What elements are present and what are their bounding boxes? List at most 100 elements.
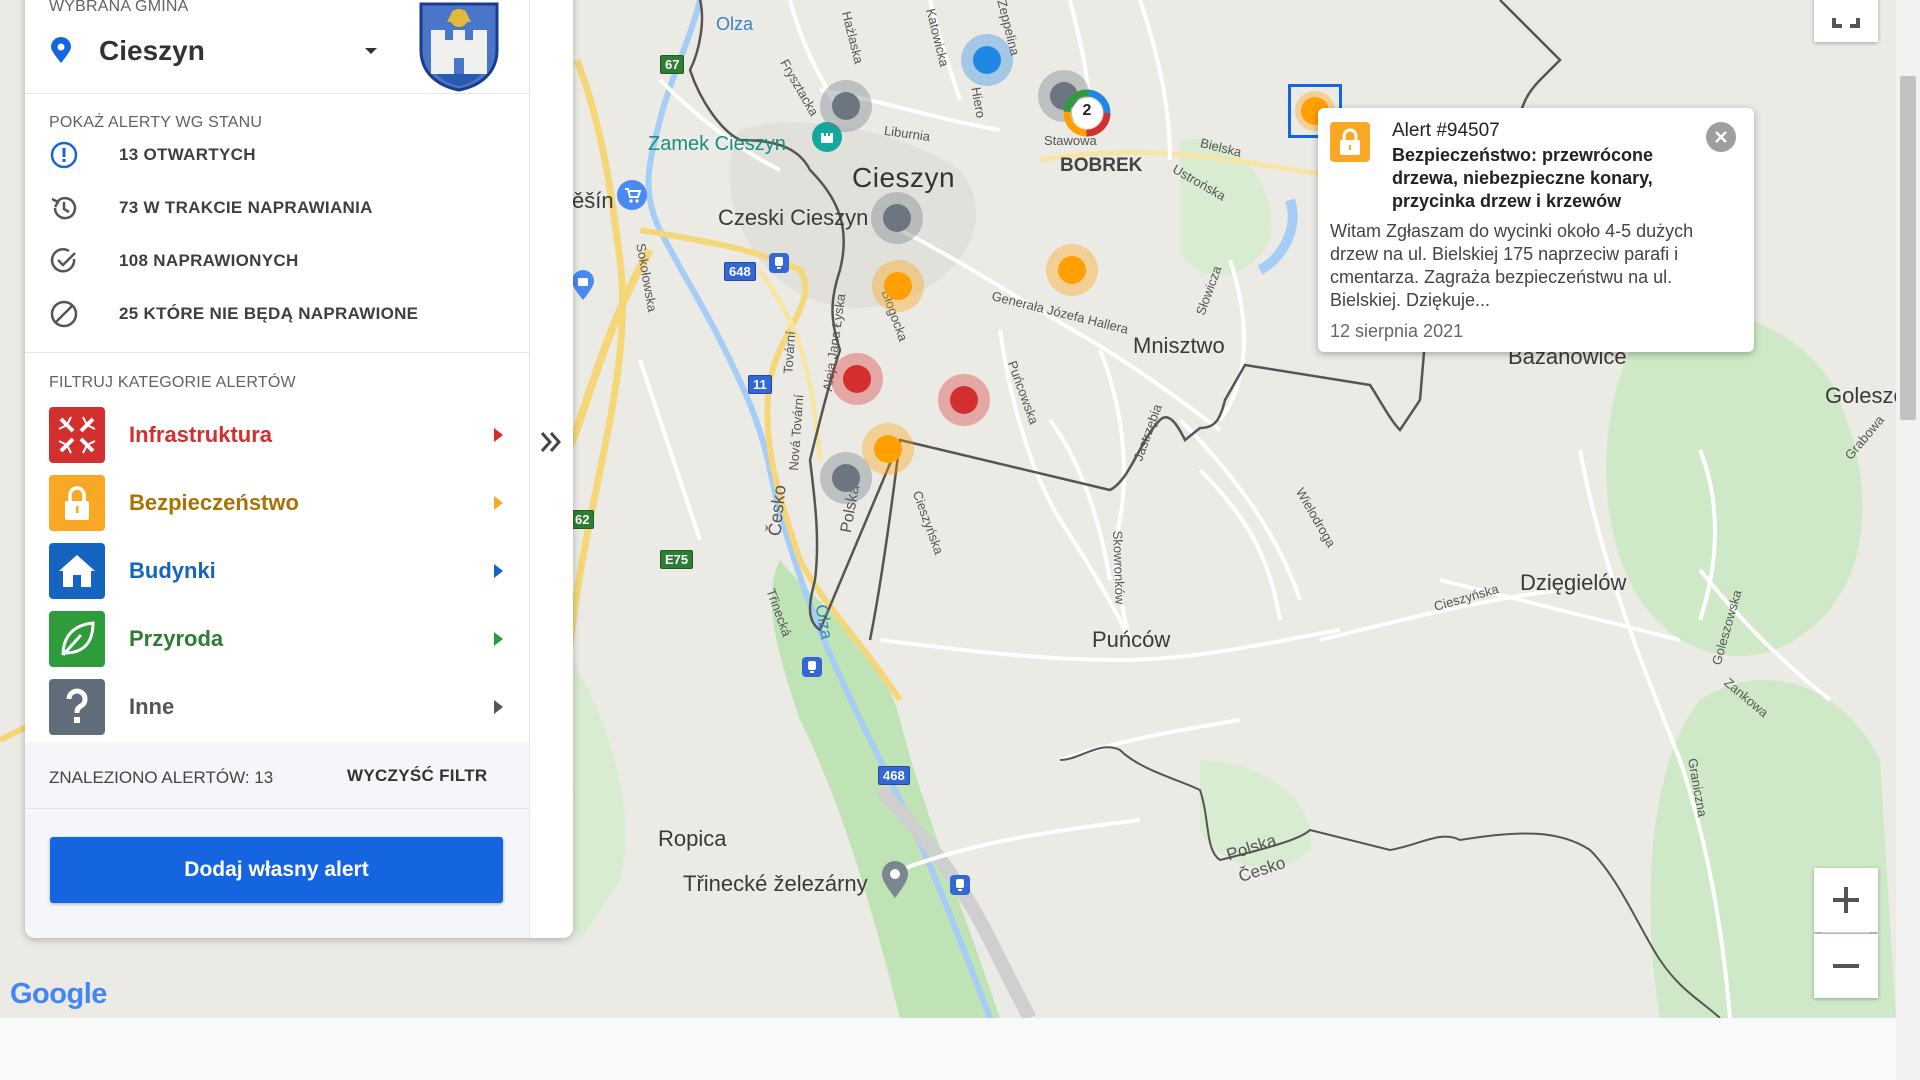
street-tovarni: Tovární <box>780 330 799 375</box>
zoom-divider <box>1822 932 1870 933</box>
gmina-name: Cieszyn <box>99 35 205 66</box>
alert-marker-orange[interactable] <box>1046 244 1098 296</box>
chevron-right-icon <box>494 496 503 510</box>
map-label-mnisztwo: Mnisztwo <box>1133 333 1225 358</box>
lock-icon <box>1330 122 1370 162</box>
category-label: Budynki <box>129 558 216 583</box>
alert-marker-red[interactable] <box>831 353 883 405</box>
double-chevron-right-icon <box>540 432 562 452</box>
divider <box>25 808 529 809</box>
category-label: Infrastruktura <box>129 422 273 447</box>
chevron-right-icon <box>494 700 503 714</box>
alert-popup-body: Witam Zgłaszam do wycinki około 4-5 duży… <box>1330 221 1694 310</box>
map-label-cieszyn: Cieszyn <box>852 162 956 193</box>
alert-marker-orange[interactable] <box>872 260 924 312</box>
history-icon <box>51 196 77 220</box>
alert-marker-red[interactable] <box>938 374 990 426</box>
category-bezpieczenstwo[interactable]: Bezpieczeństwo <box>49 474 509 532</box>
alerts-panel-content: WYBRANA GMINA Cieszyn POKAŻ ALERTY WG ST… <box>25 0 530 938</box>
cluster-count: 2 <box>1082 102 1092 119</box>
road-shield-648: 648 <box>724 262 756 281</box>
status-filter-open[interactable]: 13 OTWARTYCH <box>49 140 256 170</box>
alert-popup: Alert #94507 Bezpieczeństwo: przewrócone… <box>1318 108 1754 352</box>
chevron-right-icon <box>494 632 503 646</box>
status-filter-label: 73 W TRAKCIE NAPRAWIANIA <box>119 198 373 217</box>
status-section-title: POKAŻ ALERTY WG STANU <box>49 114 263 131</box>
minus-icon <box>1833 964 1859 968</box>
map-label-puncow: Puńców <box>1092 627 1171 652</box>
found-alerts-count: ZNALEZIONO ALERTÓW: 13 <box>49 768 274 787</box>
check-circle-icon <box>50 248 76 273</box>
map-label-czeski-cieszyn: Czeski Cieszyn <box>718 205 869 230</box>
map-label-bobrek: BOBREK <box>1060 155 1143 176</box>
alert-popup-date: 12 sierpnia 2021 <box>1330 321 1464 341</box>
status-filter-wont-fix[interactable]: 25 KTÓRE NIE BĘDĄ NAPRAWIONE <box>49 299 418 329</box>
category-label: Przyroda <box>129 626 224 651</box>
chevron-right-icon <box>494 564 503 578</box>
map-label-trinecke: Třinecké železárny <box>683 871 868 896</box>
page-scrollbar-thumb[interactable] <box>1900 76 1916 420</box>
shopping-bag-poi-icon[interactable] <box>570 270 596 300</box>
train-station-icon <box>769 253 789 273</box>
coat-of-arms <box>417 0 501 92</box>
zoom-in-button[interactable] <box>1814 868 1878 932</box>
google-logo: Google <box>10 978 107 1011</box>
place-pin-icon[interactable] <box>880 860 910 900</box>
add-alert-button[interactable]: Dodaj własny alert <box>50 837 503 903</box>
collapse-panel-button[interactable] <box>535 422 567 462</box>
road-shield-67: 67 <box>660 55 685 74</box>
alert-circle-icon <box>50 141 78 169</box>
road-shield-11: 11 <box>748 375 772 394</box>
alert-marker-grey[interactable] <box>820 80 872 132</box>
map-label-zamek-cieszyn[interactable]: Zamek Cieszyn <box>648 133 786 156</box>
map-label-goleszow: Goleszó <box>1825 383 1896 408</box>
chevron-right-icon <box>494 428 503 442</box>
fullscreen-icon <box>1832 18 1860 28</box>
alert-marker-grey[interactable] <box>820 452 872 504</box>
clear-filter-button[interactable]: WYCZYŚĆ FILTR <box>347 766 488 786</box>
train-station-icon-2 <box>802 657 822 677</box>
map-label-tesin: ěšín <box>572 188 614 213</box>
status-filter-fixed[interactable]: 108 NAPRAWIONYCH <box>49 246 299 276</box>
category-infrastruktura[interactable]: Infrastruktura <box>49 406 509 464</box>
divider <box>25 352 529 353</box>
status-filter-label: 25 KTÓRE NIE BĘDĄ NAPRAWIONE <box>119 304 419 323</box>
alert-popup-id: Alert #94507 <box>1392 120 1500 141</box>
plus-icon <box>1833 887 1859 913</box>
gmina-label: WYBRANA GMINA <box>49 0 189 15</box>
alert-marker-grey[interactable] <box>871 192 923 244</box>
road-shield-468: 468 <box>878 766 910 785</box>
block-icon <box>50 300 78 328</box>
shopping-cart-poi-icon[interactable] <box>617 180 647 210</box>
page-scrollbar-track[interactable] <box>1896 0 1920 1080</box>
house-icon <box>49 543 105 599</box>
alert-cluster-marker[interactable]: 2 <box>1062 88 1112 138</box>
fullscreen-button[interactable] <box>1814 0 1878 42</box>
map-label-ropica: Ropica <box>658 826 727 851</box>
street-skowronkow: Skowronków <box>1110 530 1128 605</box>
category-section-title: FILTRUJ KATEGORIE ALERTÓW <box>49 374 296 391</box>
alert-marker-blue[interactable] <box>961 34 1013 86</box>
leaf-icon <box>49 611 105 667</box>
gmina-select[interactable]: Cieszyn <box>49 28 379 74</box>
road-shield-e75: E75 <box>660 550 694 569</box>
category-label: Inne <box>129 694 175 719</box>
divider <box>25 93 529 94</box>
map-label-dziegielow: Dzięgielów <box>1520 570 1627 595</box>
category-label: Bezpieczeństwo <box>129 490 299 515</box>
road-shield-62: 62 <box>570 510 595 529</box>
category-inne[interactable]: Inne <box>49 678 509 736</box>
close-icon[interactable] <box>1706 122 1736 152</box>
category-przyroda[interactable]: Przyroda <box>49 610 509 668</box>
alerts-panel: WYBRANA GMINA Cieszyn POKAŻ ALERTY WG ST… <box>25 0 573 938</box>
google-logo-text: Google <box>10 978 107 1010</box>
zoom-out-button[interactable] <box>1814 934 1878 998</box>
train-station-icon-3 <box>950 875 970 895</box>
status-filter-in-progress[interactable]: 73 W TRAKCIE NAPRAWIANIA <box>49 193 373 223</box>
map-label-olza: Olza <box>716 14 754 34</box>
status-filter-label: 108 NAPRAWIONYCH <box>119 251 299 270</box>
category-budynki[interactable]: Budynki <box>49 542 509 600</box>
question-icon <box>49 679 105 735</box>
status-filter-label: 13 OTWARTYCH <box>119 145 256 164</box>
infrastructure-icon <box>49 407 105 463</box>
